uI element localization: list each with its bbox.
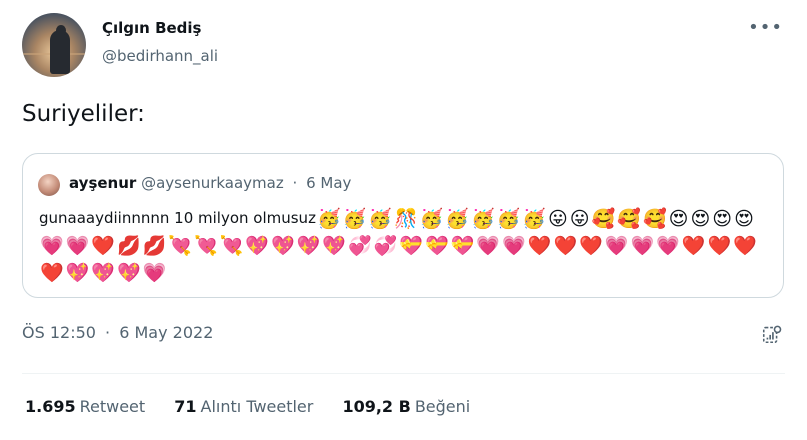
- emoji-17: 😍: [734, 208, 754, 230]
- emoji-3: 🎊: [393, 208, 418, 230]
- emoji-0: 🥳: [316, 208, 341, 230]
- emoji-49: 💖: [117, 262, 141, 284]
- like-stat[interactable]: 109,2 B Beğeni: [342, 397, 470, 416]
- retweet-count: 1.695: [25, 397, 76, 416]
- emoji-15: 😍: [690, 208, 711, 230]
- emoji-8: 🥳: [522, 208, 546, 230]
- quoted-tweet[interactable]: ayşenur @aysenurkaaymaz · 6 May gunaaayd…: [22, 153, 784, 298]
- quote-label: Alıntı Tweetler: [200, 397, 314, 416]
- emoji-14: 😍: [668, 208, 689, 230]
- emoji-7: 🥳: [496, 208, 521, 230]
- emoji-42: 💗: [656, 235, 680, 257]
- emoji-21: 💋: [117, 235, 141, 257]
- emoji-39: ❤️: [579, 235, 603, 257]
- quoted-author-handle: @aysenurkaaymaz: [141, 174, 284, 192]
- quote-count: 71: [174, 397, 197, 416]
- emoji-9: 😛: [547, 208, 568, 230]
- timestamp-separator: ·: [105, 323, 111, 342]
- author-name[interactable]: Çılgın Bediş: [102, 19, 202, 37]
- emoji-37: ❤️: [527, 235, 552, 257]
- emoji-28: 💖: [296, 235, 321, 257]
- more-horizontal-icon[interactable]: •••: [748, 17, 783, 38]
- emoji-18: 💗: [40, 235, 64, 257]
- quoted-header: ayşenur @aysenurkaaymaz · 6 May: [69, 174, 351, 192]
- emoji-4: 🥳: [419, 208, 444, 230]
- emoji-46: ❤️: [40, 262, 64, 284]
- emoji-31: 💞: [373, 235, 398, 257]
- emoji-43: ❤️: [681, 235, 706, 257]
- retweet-stat[interactable]: 1.695 Retweet: [25, 397, 145, 416]
- emoji-40: 💗: [604, 235, 629, 257]
- emoji-24: 💘: [194, 235, 218, 257]
- emoji-44: ❤️: [707, 235, 732, 257]
- emoji-38: ❤️: [553, 235, 578, 257]
- quoted-separator: ·: [292, 174, 298, 192]
- divider-top: [22, 373, 785, 374]
- emoji-22: 💋: [142, 235, 167, 257]
- emoji-11: 🥰: [591, 208, 616, 230]
- quoted-text: gunaaaydiinnnnn 10 milyon olmusuz🥳 🥳 🥳 🎊 🥳 🥳 🥳…: [39, 205, 775, 286]
- emoji-6: 🥳: [470, 208, 495, 230]
- emoji-48: 💖: [91, 262, 116, 284]
- emoji-19: 💗: [65, 235, 90, 257]
- author-handle[interactable]: @bedirhann_ali: [102, 47, 218, 65]
- emoji-5: 🥳: [445, 208, 469, 230]
- emoji-36: 💗: [502, 235, 526, 257]
- retweet-label: Retweet: [79, 397, 146, 416]
- emoji-35: 💗: [476, 235, 501, 257]
- emoji-20: ❤️: [91, 235, 116, 257]
- emoji-25: 💘: [219, 235, 244, 257]
- emoji-50: 💗: [142, 262, 167, 284]
- analytics-icon[interactable]: [761, 323, 783, 345]
- emoji-12: 🥰: [617, 208, 641, 230]
- emoji-13: 🥰: [642, 208, 667, 230]
- tweet-timestamp[interactable]: ÖS 12:50 · 6 May 2022: [22, 323, 213, 342]
- avatar-figure-head: [56, 25, 66, 36]
- emoji-1: 🥳: [342, 208, 367, 230]
- quoted-date: 6 May: [306, 174, 352, 192]
- emoji-34: 💝: [450, 235, 475, 257]
- like-label: Beğeni: [414, 397, 471, 416]
- tweet-stats: 1.695 Retweet 71 Alıntı Tweetler 109,2 B Be…: [25, 397, 494, 416]
- author-avatar[interactable]: [22, 13, 86, 77]
- emoji-23: 💘: [168, 235, 193, 257]
- avatar-figure: [50, 30, 70, 74]
- tweet-date: 6 May 2022: [119, 323, 214, 342]
- quote-stat[interactable]: 71 Alıntı Tweetler: [174, 397, 313, 416]
- quoted-author-avatar: [38, 174, 60, 196]
- emoji-29: 💖: [322, 235, 347, 257]
- emoji-16: 😍: [712, 208, 733, 230]
- emoji-27: 💖: [271, 235, 295, 257]
- emoji-30: 💞: [348, 235, 372, 257]
- emoji-45: ❤️: [733, 235, 757, 257]
- emoji-41: 💗: [630, 235, 655, 257]
- emoji-26: 💖: [245, 235, 270, 257]
- emoji-47: 💖: [65, 262, 90, 284]
- emoji-33: 💝: [425, 235, 449, 257]
- quoted-text-content: gunaaaydiinnnnn 10 milyon olmusuz: [39, 209, 316, 227]
- quoted-author-name: ayşenur: [69, 174, 137, 192]
- emoji-10: 😛: [569, 208, 590, 230]
- tweet-text: Suriyeliler:: [22, 101, 145, 127]
- like-count: 109,2 B: [342, 397, 411, 416]
- emoji-32: 💝: [399, 235, 424, 257]
- tweet-time: ÖS 12:50: [22, 323, 96, 342]
- emoji-2: 🥳: [368, 208, 392, 230]
